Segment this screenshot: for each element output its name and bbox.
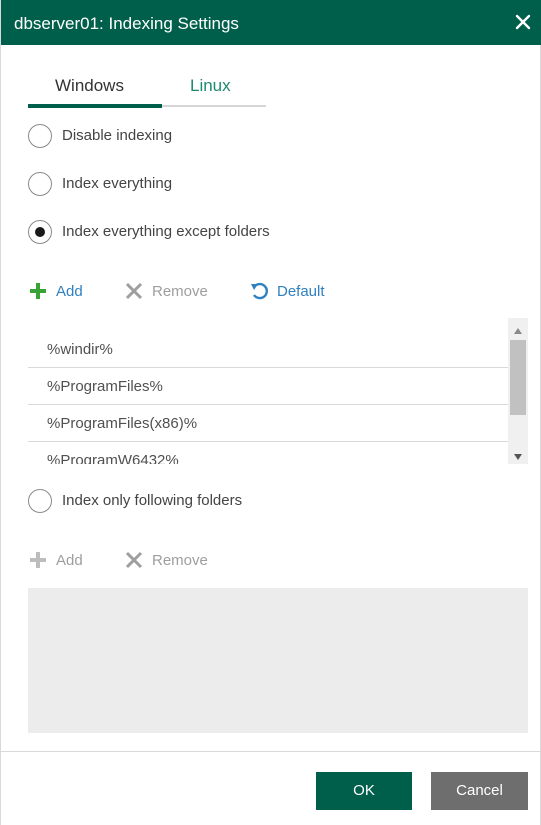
dialog-title: dbserver01: Indexing Settings (14, 14, 239, 33)
radio-label: Index only following folders (62, 492, 243, 509)
radio-label: Index everything (62, 175, 173, 192)
scrollbar-thumb[interactable] (510, 340, 526, 415)
include-remove-button[interactable]: Remove (124, 548, 208, 572)
exclude-folders-toolbar: Add Remove Default (28, 279, 428, 303)
remove-x-icon (124, 281, 144, 301)
footer-divider (1, 751, 541, 752)
remove-x-icon (124, 550, 144, 570)
list-item[interactable]: %ProgramFiles(x86)% (28, 405, 508, 442)
active-tab-indicator (28, 104, 162, 108)
included-folders-list (28, 588, 528, 733)
cancel-button[interactable]: Cancel (431, 772, 528, 810)
exclude-default-button[interactable]: Default (249, 279, 325, 303)
radio-selected-dot (35, 227, 45, 237)
radio-index-only-folders[interactable]: Index only following folders (28, 489, 328, 515)
scroll-down-arrow-icon[interactable] (513, 449, 523, 460)
exclude-remove-label: Remove (152, 282, 208, 300)
radio-button[interactable] (28, 489, 52, 513)
close-icon[interactable] (514, 13, 532, 31)
dialog-titlebar: dbserver01: Indexing Settings (1, 0, 541, 45)
radio-label: Disable indexing (62, 127, 173, 144)
list-scrollbar[interactable] (508, 318, 528, 464)
exclude-add-button[interactable]: Add (28, 279, 83, 303)
ok-button[interactable]: OK (316, 772, 412, 810)
list-item[interactable]: %windir% (28, 331, 508, 368)
list-item[interactable]: %ProgramW6432% (28, 442, 508, 464)
os-tabs: Windows Linux (28, 70, 266, 108)
list-item[interactable]: %ProgramFiles% (28, 368, 508, 405)
tab-windows[interactable]: Windows (55, 76, 124, 96)
include-add-label: Add (56, 551, 83, 569)
exclude-remove-button[interactable]: Remove (124, 279, 208, 303)
radio-button-selected[interactable] (28, 220, 52, 244)
plus-icon (28, 550, 48, 570)
radio-disable-indexing[interactable]: Disable indexing (28, 124, 228, 150)
radio-button[interactable] (28, 124, 52, 148)
radio-index-except-folders[interactable]: Index everything except folders (28, 220, 328, 246)
tab-linux[interactable]: Linux (190, 76, 231, 96)
indexing-settings-dialog: dbserver01: Indexing Settings Windows Li… (0, 0, 541, 825)
include-add-button[interactable]: Add (28, 548, 83, 572)
exclude-default-label: Default (277, 282, 325, 300)
excluded-folders-list[interactable]: %windir% %ProgramFiles% %ProgramFiles(x8… (28, 318, 528, 464)
scroll-up-arrow-icon[interactable] (513, 323, 523, 334)
plus-icon (28, 281, 48, 301)
exclude-add-label: Add (56, 282, 83, 300)
include-folders-toolbar: Add Remove (28, 548, 328, 572)
include-remove-label: Remove (152, 551, 208, 569)
undo-icon (249, 281, 269, 301)
radio-index-everything[interactable]: Index everything (28, 172, 228, 198)
radio-button[interactable] (28, 172, 52, 196)
radio-label: Index everything except folders (62, 223, 270, 240)
